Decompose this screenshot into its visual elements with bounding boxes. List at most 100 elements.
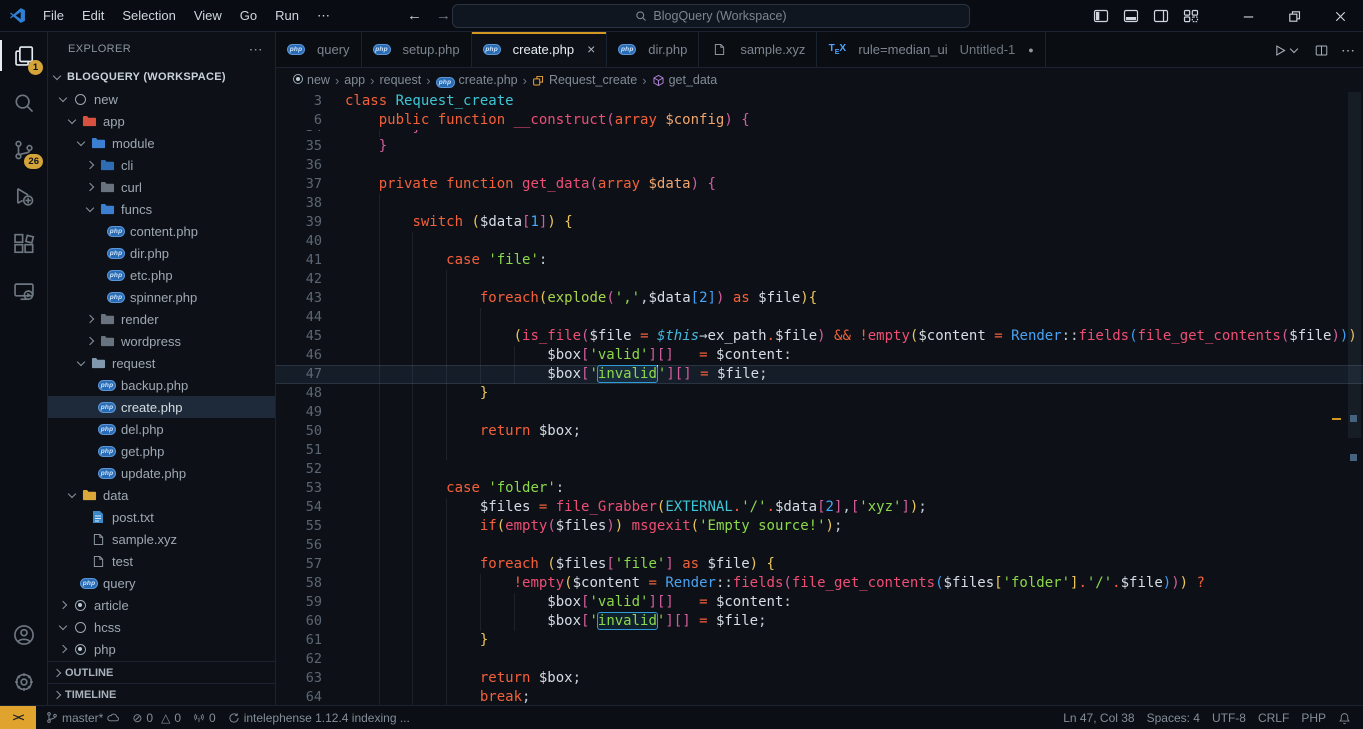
- code-line: 45 (is_file($file = $this→ex_path.$file)…: [276, 327, 1363, 346]
- tree-item-app[interactable]: app: [48, 110, 275, 132]
- tree-item-sample-xyz[interactable]: sample.xyz: [48, 528, 275, 550]
- extensions-activity-item[interactable]: [0, 220, 47, 267]
- tree-item-request[interactable]: request: [48, 352, 275, 374]
- run-debug-activity-item[interactable]: [0, 173, 47, 220]
- run-dropdown-icon[interactable]: [1290, 45, 1298, 53]
- line-number: 3: [276, 92, 322, 111]
- tab-close-icon[interactable]: ×: [587, 41, 595, 57]
- settings-gear-activity-item[interactable]: [0, 658, 47, 705]
- breadcrumb-item-request[interactable]: request: [379, 73, 421, 87]
- tree-item-cli[interactable]: cli: [48, 154, 275, 176]
- tree-item-article[interactable]: article: [48, 594, 275, 616]
- breadcrumb-separator: ›: [370, 73, 374, 88]
- menu-bar: FileEditSelectionViewGoRun⋯: [34, 4, 339, 28]
- files-activity-item[interactable]: 1: [0, 32, 47, 79]
- tree-item-funcs[interactable]: funcs: [48, 198, 275, 220]
- tree-item-backup-php[interactable]: phpbackup.php: [48, 374, 275, 396]
- nav-back-icon[interactable]: ←: [407, 7, 422, 24]
- tree-item-label: update.php: [121, 466, 186, 481]
- close-button[interactable]: [1317, 0, 1363, 32]
- tree-item-content-php[interactable]: phpcontent.php: [48, 220, 275, 242]
- menu-item-⋯[interactable]: ⋯: [308, 4, 339, 28]
- tree-item-wordpress[interactable]: wordpress: [48, 330, 275, 352]
- remote-explorer-activity-item[interactable]: [0, 267, 47, 314]
- tree-item-label: spinner.php: [130, 290, 197, 305]
- tab-rule-median_ui[interactable]: TEXrule=median_uiUntitled-1●: [817, 32, 1045, 67]
- search-activity-item[interactable]: [0, 79, 47, 126]
- tree-item-etc-php[interactable]: phpetc.php: [48, 264, 275, 286]
- menu-item-run[interactable]: Run: [266, 4, 308, 28]
- breadcrumb-item-get_data[interactable]: get_data: [652, 73, 718, 87]
- menu-item-file[interactable]: File: [34, 4, 73, 28]
- code-line: 54 $files = file_Grabber(EXTERNAL.'/'.$d…: [276, 498, 1363, 517]
- command-center-search[interactable]: BlogQuery (Workspace): [452, 4, 970, 28]
- line-number: 51: [276, 441, 322, 460]
- tab-query[interactable]: phpquery: [276, 32, 362, 67]
- remote-indicator[interactable]: ><: [0, 706, 36, 729]
- tree-item-spinner-php[interactable]: phpspinner.php: [48, 286, 275, 308]
- tab-setup-php[interactable]: phpsetup.php: [362, 32, 472, 67]
- tree-item-post-txt[interactable]: post.txt: [48, 506, 275, 528]
- workspace-section-header[interactable]: BLOGQUERY (WORKSPACE): [48, 66, 275, 88]
- menu-item-edit[interactable]: Edit: [73, 4, 113, 28]
- menu-item-view[interactable]: View: [185, 4, 231, 28]
- tree-item-php[interactable]: php: [48, 638, 275, 660]
- split-editor-button[interactable]: [1315, 44, 1328, 57]
- timeline-panel-header[interactable]: TIMELINE: [48, 683, 275, 705]
- breadcrumb-item-Request_create[interactable]: Request_create: [532, 73, 637, 87]
- tree-item-test[interactable]: test: [48, 550, 275, 572]
- encoding[interactable]: UTF-8: [1206, 706, 1252, 729]
- tab-sample-xyz[interactable]: sample.xyz: [699, 32, 817, 67]
- breadcrumb-item-new[interactable]: new: [293, 73, 330, 87]
- language-mode[interactable]: PHP: [1295, 706, 1332, 729]
- code-editor[interactable]: 3class Request_create6 public function _…: [276, 92, 1363, 705]
- indentation[interactable]: Spaces: 4: [1141, 706, 1206, 729]
- tree-item-get-php[interactable]: phpget.php: [48, 440, 275, 462]
- php-file-icon: php: [98, 468, 116, 479]
- tree-item-update-php[interactable]: php update.php: [48, 462, 275, 484]
- customize-layout-icon[interactable]: [1183, 8, 1199, 24]
- indent-guide: [446, 669, 447, 688]
- nav-forward-icon[interactable]: →: [436, 7, 451, 24]
- line-number: 47: [276, 365, 322, 384]
- problems-item[interactable]: ⊘ 0 △ 0: [126, 706, 187, 729]
- breadcrumb-separator: ›: [426, 73, 430, 88]
- breadcrumb-item-create-php[interactable]: phpcreate.php: [436, 73, 518, 88]
- tree-item-module[interactable]: module: [48, 132, 275, 154]
- git-branch-item[interactable]: master*: [40, 706, 126, 729]
- eol-sequence[interactable]: CRLF: [1252, 706, 1295, 729]
- cursor-position[interactable]: Ln 47, Col 38: [1057, 706, 1140, 729]
- restore-button[interactable]: [1271, 0, 1317, 32]
- language-server-item[interactable]: intelephense 1.12.4 indexing ...: [222, 706, 416, 729]
- tree-item-query[interactable]: phpquery: [48, 572, 275, 594]
- folder-icon: [80, 488, 98, 502]
- tree-item-new[interactable]: new: [48, 88, 275, 110]
- menu-item-selection[interactable]: Selection: [113, 4, 184, 28]
- menu-item-go[interactable]: Go: [231, 4, 266, 28]
- tab-dir-php[interactable]: phpdir.php: [607, 32, 699, 67]
- toggle-secondary-sidebar-icon[interactable]: [1153, 8, 1169, 24]
- toggle-panel-icon[interactable]: [1123, 8, 1139, 24]
- tree-item-del-php[interactable]: phpdel.php: [48, 418, 275, 440]
- minimize-button[interactable]: [1225, 0, 1271, 32]
- toggle-sidebar-icon[interactable]: [1093, 8, 1109, 24]
- source-control-activity-item[interactable]: 26: [0, 126, 47, 173]
- tree-item-render[interactable]: render: [48, 308, 275, 330]
- account-activity-item[interactable]: [0, 611, 47, 658]
- editor-scrollbar[interactable]: [1348, 92, 1361, 438]
- outline-panel-header[interactable]: OUTLINE: [48, 661, 275, 683]
- notifications-bell-icon[interactable]: [1332, 706, 1357, 729]
- tab-create-php[interactable]: phpcreate.php×: [472, 32, 608, 67]
- tree-item-create-php[interactable]: phpcreate.php: [48, 396, 275, 418]
- run-button[interactable]: [1274, 44, 1302, 57]
- ports-item[interactable]: 0: [187, 706, 222, 729]
- breadcrumb-item-app[interactable]: app: [344, 73, 365, 87]
- explorer-more-actions-icon[interactable]: ⋯: [249, 41, 263, 58]
- indent-guide: [446, 403, 447, 422]
- tree-item-hcss[interactable]: hcss: [48, 616, 275, 638]
- indent-guide: [379, 593, 380, 612]
- tree-item-dir-php[interactable]: phpdir.php: [48, 242, 275, 264]
- tree-item-curl[interactable]: curl: [48, 176, 275, 198]
- tree-item-data[interactable]: data: [48, 484, 275, 506]
- more-actions-icon[interactable]: ⋯: [1341, 42, 1355, 59]
